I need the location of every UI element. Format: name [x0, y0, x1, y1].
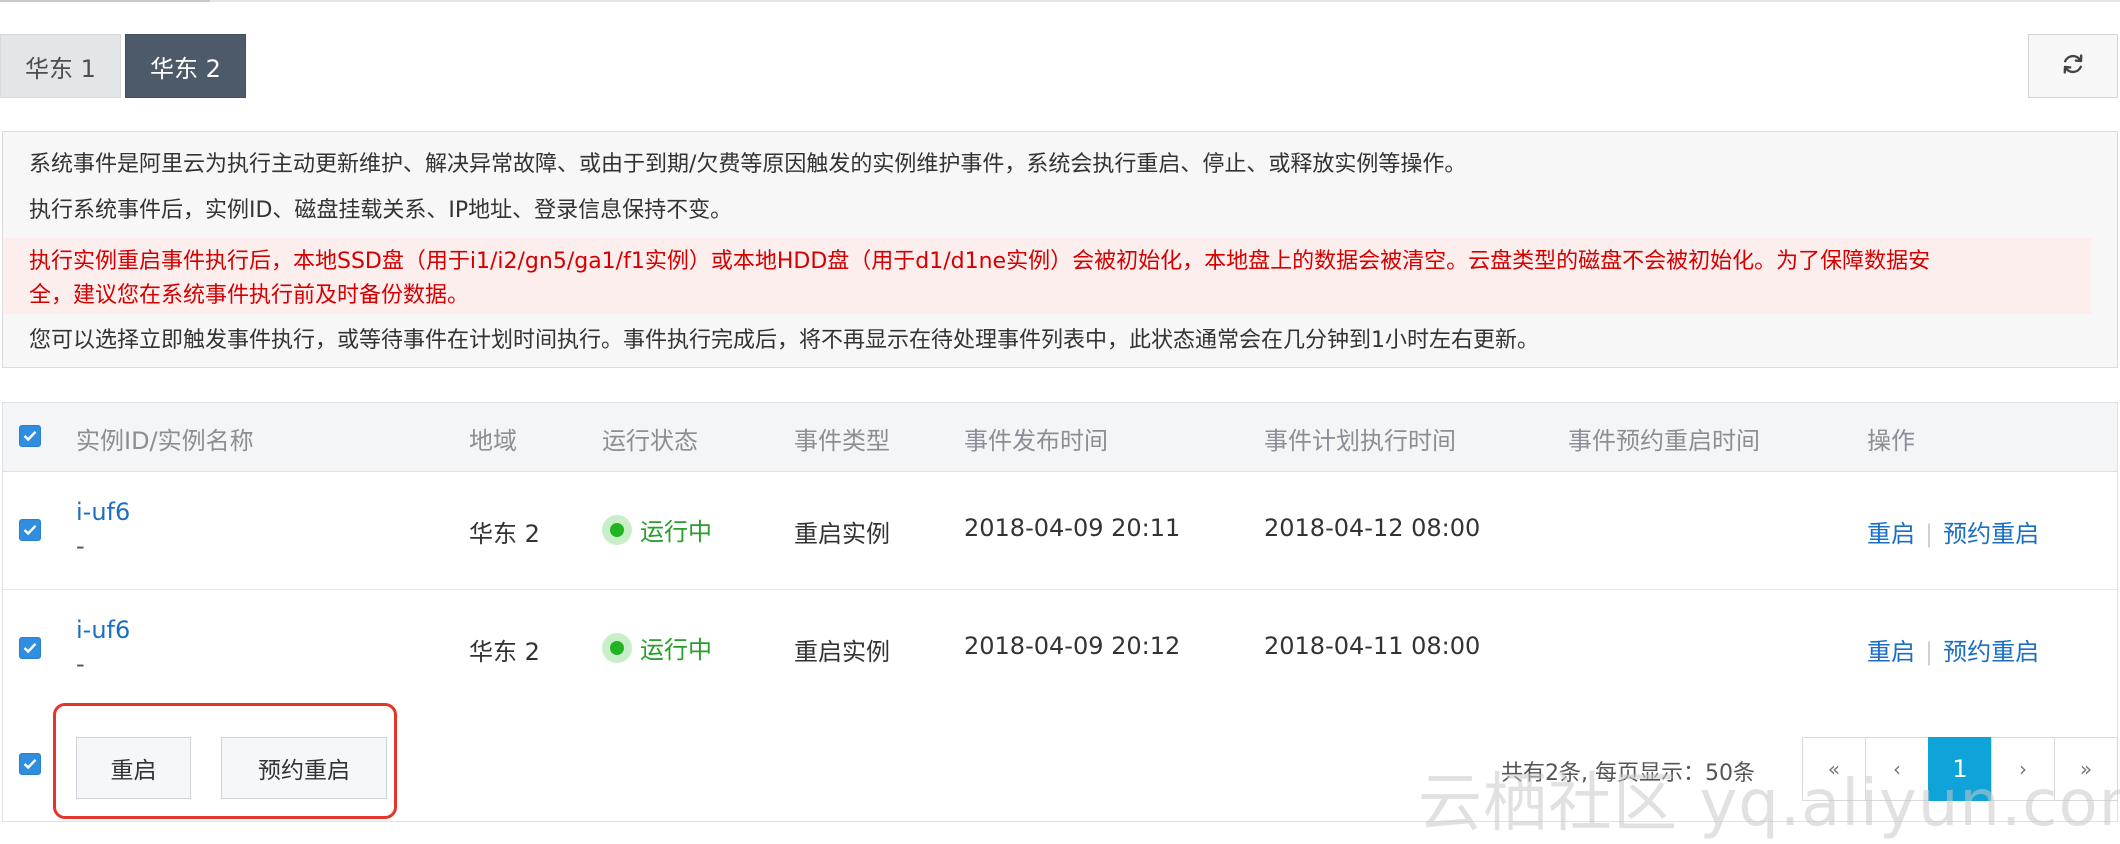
checkmark-icon [23, 639, 37, 658]
header-status: 运行状态 [602, 427, 698, 455]
header-actions: 操作 [1867, 427, 1915, 455]
row-checkbox[interactable] [19, 519, 41, 541]
annotation-highlight-box [53, 703, 397, 819]
status-text: 运行中 [640, 518, 712, 546]
notice-warning: 执行实例重启事件执行后，本地SSD盘（用于i1/i2/gn5/ga1/f1实例）… [3, 238, 2091, 314]
notice-warning-line-1: 执行实例重启事件执行后，本地SSD盘（用于i1/i2/gn5/ga1/f1实例）… [29, 249, 1931, 274]
status-badge: 运行中 [602, 630, 712, 665]
region-tabs: 华东 1 华东 2 [0, 34, 246, 98]
restart-link[interactable]: 重启 [1867, 638, 1915, 666]
footer-select-all-checkbox[interactable] [19, 753, 41, 775]
top-divider [0, 0, 2120, 2]
instance-name: - [76, 650, 85, 678]
publish-time-value: 2018-04-09 20:12 [964, 632, 1181, 660]
running-dot-icon [602, 514, 632, 545]
reserve-restart-link[interactable]: 预约重启 [1943, 638, 2039, 666]
system-event-notice: 系统事件是阿里云为执行主动更新维护、解决异常故障、或由于到期/欠费等原因触发的实… [2, 131, 2118, 368]
header-reserve-time: 事件预约重启时间 [1568, 427, 1760, 455]
row-actions: 重启 | 预约重启 [1867, 514, 2039, 549]
top-divider-accent [0, 0, 210, 2]
table-row: i-uf6 - 华东 2 运行中 重启实例 2018-04-09 20:11 2… [3, 472, 2117, 590]
row-actions: 重启 | 预约重启 [1867, 632, 2039, 667]
event-type-value: 重启实例 [794, 638, 890, 666]
action-separator: | [1925, 520, 1934, 548]
checkmark-icon [23, 755, 37, 774]
instance-name: - [76, 532, 85, 560]
notice-line-2: 执行系统事件后，实例ID、磁盘挂载关系、IP地址、登录信息保持不变。 [29, 198, 733, 223]
header-instance: 实例ID/实例名称 [76, 427, 254, 455]
reserve-restart-link[interactable]: 预约重启 [1943, 520, 2039, 548]
action-separator: | [1925, 638, 1934, 666]
notice-line-4: 您可以选择立即触发事件执行，或等待事件在计划时间执行。事件执行完成后，将不再显示… [29, 328, 1540, 353]
plan-time-value: 2018-04-12 08:00 [1264, 514, 1481, 542]
table-header: 实例ID/实例名称 地域 运行状态 事件类型 事件发布时间 事件计划执行时间 事… [3, 403, 2117, 472]
publish-time-value: 2018-04-09 20:11 [964, 514, 1181, 542]
instance-id-link[interactable]: i-uf6 [76, 498, 130, 526]
checkmark-icon [23, 521, 37, 540]
notice-warning-line-2: 全，建议您在系统事件执行前及时备份数据。 [29, 283, 470, 308]
status-text: 运行中 [640, 636, 712, 664]
running-dot-icon [602, 632, 632, 663]
refresh-icon [2060, 51, 2086, 81]
row-checkbox[interactable] [19, 637, 41, 659]
header-region: 地域 [469, 427, 517, 455]
event-type-value: 重启实例 [794, 520, 890, 548]
checkmark-icon [23, 427, 37, 446]
region-value: 华东 2 [469, 638, 540, 666]
plan-time-value: 2018-04-11 08:00 [1264, 632, 1481, 660]
tab-region-2[interactable]: 华东 2 [125, 34, 246, 98]
tab-region-1[interactable]: 华东 1 [0, 34, 121, 98]
region-value: 华东 2 [469, 520, 540, 548]
header-event-type: 事件类型 [794, 427, 890, 455]
instance-id-link[interactable]: i-uf6 [76, 616, 130, 644]
refresh-button[interactable] [2028, 34, 2118, 98]
notice-line-1: 系统事件是阿里云为执行主动更新维护、解决异常故障、或由于到期/欠费等原因触发的实… [29, 152, 1467, 177]
restart-link[interactable]: 重启 [1867, 520, 1915, 548]
header-plan-time: 事件计划执行时间 [1264, 427, 1456, 455]
watermark: 云栖社区 yq.aliyun.com [1418, 767, 2120, 841]
select-all-checkbox[interactable] [19, 425, 41, 447]
status-badge: 运行中 [602, 512, 712, 547]
header-publish-time: 事件发布时间 [964, 427, 1108, 455]
table-row: i-uf6 - 华东 2 运行中 重启实例 2018-04-09 20:12 2… [3, 590, 2117, 708]
